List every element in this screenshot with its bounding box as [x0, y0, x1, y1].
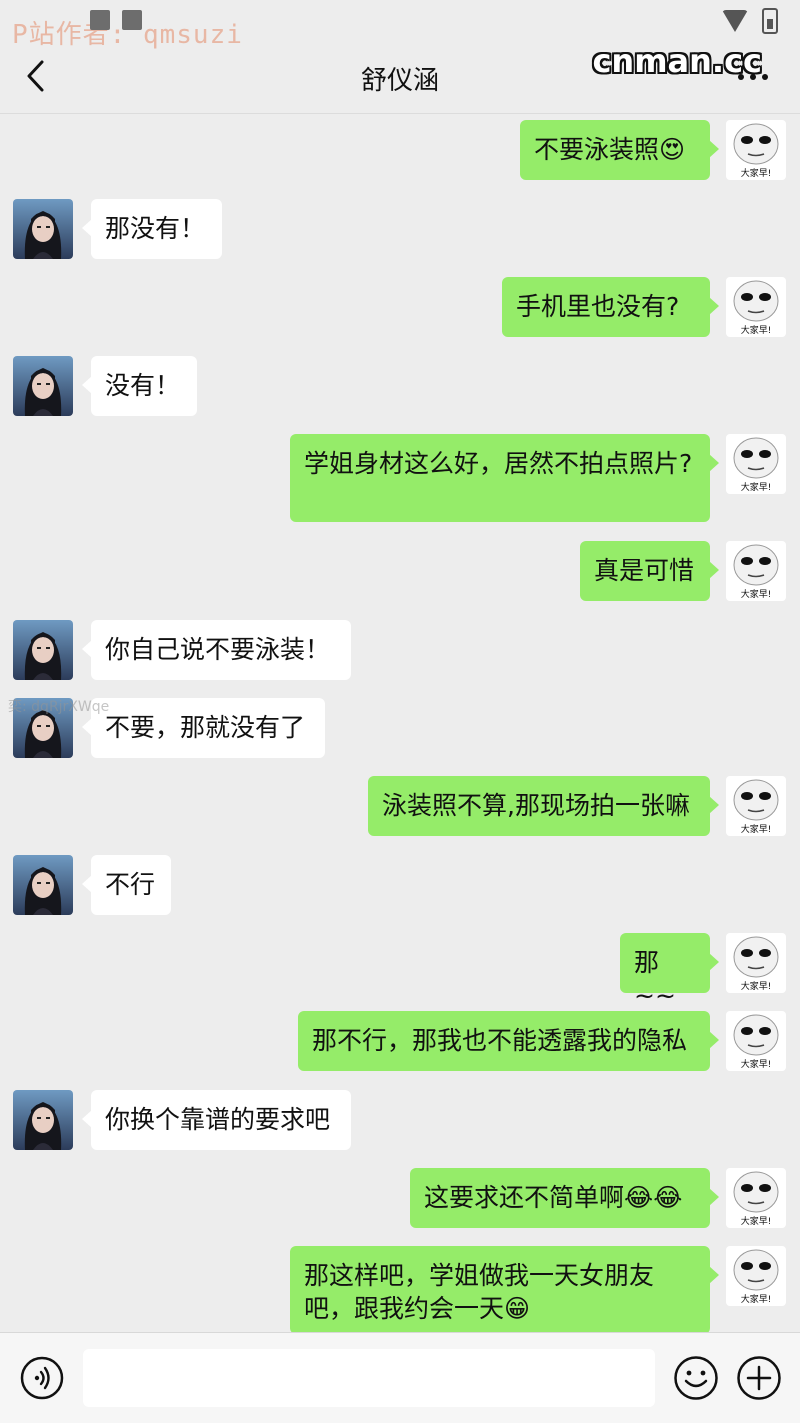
message-bubble[interactable]: 真是可惜 [580, 541, 719, 601]
sticker-caption: 大家早! [741, 588, 772, 600]
message-bubble[interactable]: 这要求还不简单啊😂😂 [410, 1168, 719, 1228]
sticker-caption: 大家早! [741, 1293, 772, 1305]
input-bar [0, 1332, 800, 1423]
message-bubble[interactable]: 没有！ [82, 356, 197, 416]
emoji-button[interactable] [673, 1355, 719, 1401]
my-avatar[interactable]: 大家早! [726, 776, 786, 836]
message-bubble[interactable]: 那没有！ [82, 199, 222, 259]
sent-message-row: 大家早! 真是可惜 [0, 541, 800, 601]
received-message-row: 没有！ [0, 356, 800, 416]
contact-avatar-image [13, 1090, 73, 1150]
message-bubble[interactable]: 手机里也没有? [502, 277, 719, 337]
contact-avatar[interactable] [13, 620, 73, 680]
image-icon [90, 10, 110, 30]
message-bubble[interactable]: 学姐身材这么好，居然不拍点照片? [290, 434, 719, 522]
sticker-avatar-image: 大家早! [726, 277, 786, 337]
contact-avatar-image [13, 199, 73, 259]
emoji-icon [674, 1356, 718, 1400]
sticker-avatar-image: 大家早! [726, 933, 786, 993]
contact-avatar-image [13, 620, 73, 680]
sticker-avatar-image: 大家早! [726, 1246, 786, 1306]
my-avatar[interactable]: 大家早! [726, 120, 786, 180]
sent-message-row: 大家早! 泳装照不算,那现场拍一张嘛 [0, 776, 800, 836]
sticker-avatar-image: 大家早! [726, 776, 786, 836]
message-bubble[interactable]: 你换个靠谱的要求吧 [82, 1090, 351, 1150]
wifi-icon [722, 10, 748, 32]
received-message-row: 不行 [0, 855, 800, 915]
sticker-avatar-image: 大家早! [726, 434, 786, 494]
contact-avatar-image [13, 356, 73, 416]
received-message-row: 那没有！ [0, 199, 800, 259]
sent-message-row: 大家早! 学姐身材这么好，居然不拍点照片? [0, 434, 800, 522]
my-avatar[interactable]: 大家早! [726, 1246, 786, 1306]
sticker-caption: 大家早! [741, 1058, 772, 1070]
my-avatar[interactable]: 大家早! [726, 434, 786, 494]
my-avatar[interactable]: 大家早! [726, 1168, 786, 1228]
battery-icon [762, 8, 778, 34]
title-bar: P站作者: qmsuzi 舒仪涵 cnman.cc [0, 0, 800, 114]
sent-message-row: 大家早! 那这样吧，学姐做我一天女朋友吧，跟我约会一天😁 [0, 1246, 800, 1334]
message-bubble[interactable]: 那这样吧，学姐做我一天女朋友吧，跟我约会一天😁 [290, 1246, 719, 1334]
sticker-avatar-image: 大家早! [726, 1011, 786, 1071]
more-dots-icon [738, 74, 744, 80]
received-message-row: 你换个靠谱的要求吧 [0, 1090, 800, 1150]
message-bubble[interactable]: 不要泳装照😍 [520, 120, 719, 180]
sent-message-row: 大家早! 那~~ [0, 933, 800, 1010]
message-bubble[interactable]: 那~~ [620, 933, 719, 1010]
plus-circle-icon [737, 1356, 781, 1400]
sticker-caption: 大家早! [741, 481, 772, 493]
my-avatar[interactable]: 大家早! [726, 1011, 786, 1071]
contact-avatar[interactable] [13, 199, 73, 259]
sticker-caption: 大家早! [741, 324, 772, 336]
message-bubble[interactable]: 不要，那就没有了 [82, 698, 325, 758]
contact-avatar[interactable] [13, 356, 73, 416]
message-bubble[interactable]: 那不行，那我也不能透露我的隐私 [298, 1011, 719, 1071]
message-bubble[interactable]: 泳装照不算,那现场拍一张嘛 [368, 776, 719, 836]
sent-message-row: 大家早! 这要求还不简单啊😂😂 [0, 1168, 800, 1228]
my-avatar[interactable]: 大家早! [726, 933, 786, 993]
more-options-button[interactable] [738, 74, 768, 80]
message-input[interactable] [83, 1349, 655, 1407]
sent-message-row: 大家早! 手机里也没有? [0, 277, 800, 337]
keyboard-icon [122, 10, 142, 30]
voice-button[interactable] [20, 1356, 64, 1400]
site-watermark: cnman.cc [592, 42, 762, 80]
sticker-caption: 大家早! [741, 1215, 772, 1227]
contact-avatar[interactable] [13, 855, 73, 915]
message-bubble[interactable]: 不行 [82, 855, 171, 915]
my-avatar[interactable]: 大家早! [726, 541, 786, 601]
message-bubble[interactable]: 你自己说不要泳装！ [82, 620, 351, 680]
sticker-caption: 大家早! [741, 823, 772, 835]
received-message-row: 不要，那就没有了 [0, 698, 800, 758]
my-avatar[interactable]: 大家早! [726, 277, 786, 337]
sticker-caption: 大家早! [741, 167, 772, 179]
sticker-avatar-image: 大家早! [726, 541, 786, 601]
voice-icon [20, 1356, 64, 1400]
sticker-caption: 大家早! [741, 980, 772, 992]
overlay-watermark: 奕: dqRjrXWqe [8, 699, 110, 715]
sticker-avatar-image: 大家早! [726, 1168, 786, 1228]
sent-message-row: 大家早! 不要泳装照😍 [0, 120, 800, 180]
contact-avatar-image [13, 855, 73, 915]
status-bar-left-icons [90, 10, 142, 30]
sent-message-row: 大家早! 那不行，那我也不能透露我的隐私 [0, 1011, 800, 1071]
status-bar-right-icons [722, 8, 778, 34]
received-message-row: 你自己说不要泳装！ [0, 620, 800, 680]
sticker-avatar-image: 大家早! [726, 120, 786, 180]
contact-avatar[interactable] [13, 1090, 73, 1150]
add-button[interactable] [736, 1355, 782, 1401]
